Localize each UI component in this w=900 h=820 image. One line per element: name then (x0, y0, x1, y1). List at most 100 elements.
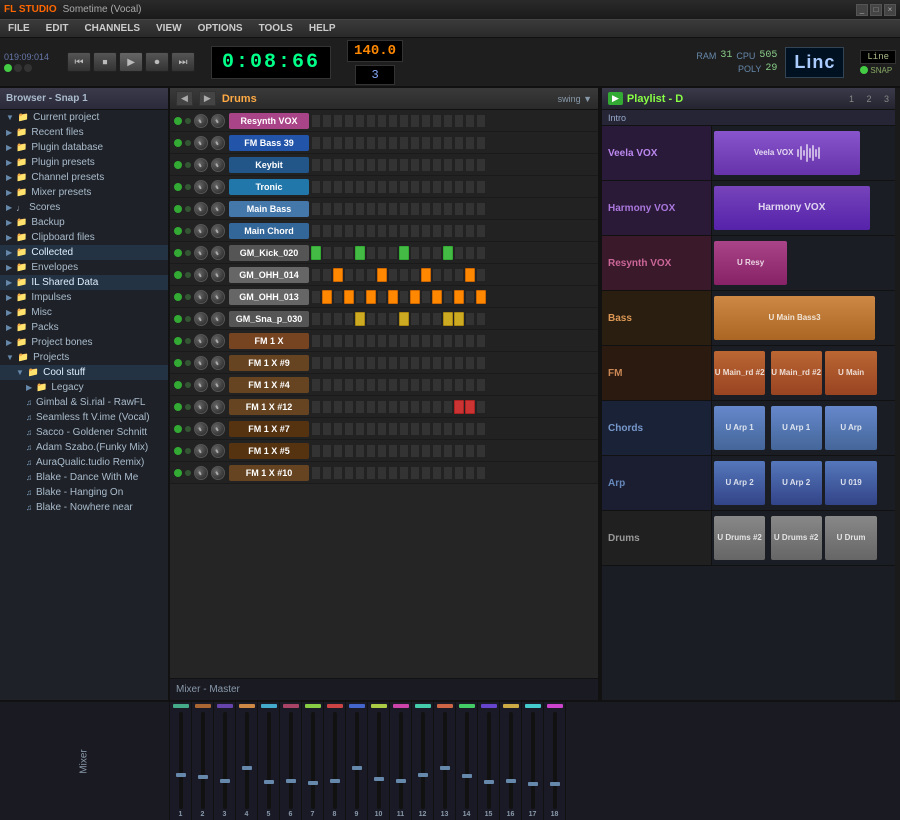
pad[interactable] (410, 158, 420, 172)
pad[interactable] (421, 422, 431, 436)
pad[interactable] (454, 356, 464, 370)
pad[interactable] (443, 158, 453, 172)
pad[interactable] (421, 114, 431, 128)
pad[interactable] (333, 114, 343, 128)
browser-item-file1[interactable]: ♫ Gimbal & Si.rial - RawFL (0, 395, 168, 410)
ch-name-fm1x9[interactable]: FM 1 X #9 (229, 355, 309, 371)
mixer-ch-18[interactable]: 18 (544, 702, 566, 820)
pad[interactable] (465, 136, 475, 150)
pad[interactable] (410, 356, 420, 370)
pad[interactable] (443, 202, 453, 216)
pattern-block-drums2[interactable]: U Drums #2 (771, 516, 822, 559)
pad[interactable] (454, 334, 464, 348)
pad[interactable] (333, 356, 343, 370)
pad[interactable] (377, 202, 387, 216)
pad[interactable] (366, 400, 376, 414)
pad[interactable] (476, 224, 486, 238)
pad[interactable] (454, 312, 464, 326)
pattern-block-bass[interactable]: U Main Bass3 (714, 296, 875, 339)
pad[interactable] (377, 334, 387, 348)
pattern-block-drums3[interactable]: U Drum (825, 516, 876, 559)
menu-channels[interactable]: CHANNELS (80, 23, 144, 34)
ch-pan-knob[interactable] (211, 356, 225, 370)
pad[interactable] (344, 158, 354, 172)
pad[interactable] (377, 268, 387, 282)
ch-mute-dot[interactable] (185, 118, 191, 124)
mixer-ch-15[interactable]: 15 (478, 702, 500, 820)
pad[interactable] (355, 246, 365, 260)
pad[interactable] (311, 114, 321, 128)
pad[interactable] (410, 180, 420, 194)
ch-volume-knob[interactable] (194, 466, 208, 480)
ch-pan-knob[interactable] (211, 268, 225, 282)
ch-name-fmbass[interactable]: FM Bass 39 (229, 135, 309, 151)
pad[interactable] (388, 114, 398, 128)
pad[interactable] (476, 444, 486, 458)
pad[interactable] (366, 180, 376, 194)
mixer-fader-thumb[interactable] (330, 779, 340, 783)
pattern-block-chords3[interactable]: U Arp (825, 406, 876, 449)
ch-pan-knob[interactable] (211, 334, 225, 348)
pad[interactable] (399, 136, 409, 150)
pad[interactable] (432, 422, 442, 436)
ch-name-mainchord[interactable]: Main Chord (229, 223, 309, 239)
pad[interactable] (322, 136, 332, 150)
pad[interactable] (443, 224, 453, 238)
ch-pan-knob[interactable] (211, 180, 225, 194)
ch-active-dot[interactable] (174, 161, 182, 169)
ch-name-fm1x5[interactable]: FM 1 X #5 (229, 443, 309, 459)
ch-name-gmsnap[interactable]: GM_Sna_p_030 (229, 311, 309, 327)
pad[interactable] (432, 180, 442, 194)
close-button[interactable]: × (884, 4, 896, 16)
mixer-fader-thumb[interactable] (550, 782, 560, 786)
pad[interactable] (432, 378, 442, 392)
pad[interactable] (355, 136, 365, 150)
pattern-block-fm1[interactable]: U Main_rd #2 (714, 351, 765, 394)
pad[interactable] (344, 422, 354, 436)
pad[interactable] (476, 158, 486, 172)
menu-tools[interactable]: TOOLS (255, 23, 297, 34)
pad[interactable] (410, 246, 420, 260)
pad[interactable] (443, 180, 453, 194)
browser-item-projects[interactable]: ▼ 📁 Projects (0, 350, 168, 365)
mixer-fader-thumb[interactable] (484, 780, 494, 784)
browser-item-impulses[interactable]: ▶ 📁 Impulses (0, 290, 168, 305)
pad[interactable] (311, 224, 321, 238)
browser-item-cool-stuff[interactable]: ▼ 📁 Cool stuff (0, 365, 168, 380)
ch-name-fm1x[interactable]: FM 1 X (229, 333, 309, 349)
pad[interactable] (344, 444, 354, 458)
pad[interactable] (410, 312, 420, 326)
menu-file[interactable]: FILE (4, 23, 34, 34)
pad[interactable] (476, 334, 486, 348)
mixer-fader-thumb[interactable] (462, 774, 472, 778)
pad[interactable] (377, 290, 387, 304)
browser-item-file4[interactable]: ♫ Adam Szabo.(Funky Mix) (0, 440, 168, 455)
mixer-ch-3[interactable]: 3 (214, 702, 236, 820)
pad[interactable] (388, 158, 398, 172)
pad[interactable] (410, 400, 420, 414)
pad[interactable] (454, 444, 464, 458)
ch-volume-knob[interactable] (194, 136, 208, 150)
track-content-bass[interactable]: U Main Bass3 (712, 291, 895, 345)
pad[interactable] (388, 356, 398, 370)
pad[interactable] (399, 312, 409, 326)
ch-name-keybit[interactable]: Keybit (229, 157, 309, 173)
pad[interactable] (399, 356, 409, 370)
pad[interactable] (388, 180, 398, 194)
pad[interactable] (399, 290, 409, 304)
browser-item-channel-presets[interactable]: ▶ 📁 Channel presets (0, 170, 168, 185)
pad[interactable] (366, 378, 376, 392)
browser-item-misc[interactable]: ▶ 📁 Misc (0, 305, 168, 320)
pad[interactable] (454, 136, 464, 150)
pad[interactable] (311, 356, 321, 370)
pad[interactable] (355, 290, 365, 304)
pad[interactable] (454, 466, 464, 480)
ch-active-dot[interactable] (174, 271, 182, 279)
ch-pan-knob[interactable] (211, 136, 225, 150)
ch-name-fm1x4[interactable]: FM 1 X #4 (229, 377, 309, 393)
pad[interactable] (432, 246, 442, 260)
browser-item-legacy[interactable]: ▶ 📁 Legacy (0, 380, 168, 395)
browser-item-clipboard[interactable]: ▶ 📁 Clipboard files (0, 230, 168, 245)
pattern-block-fm2[interactable]: U Main_rd #2 (771, 351, 822, 394)
pad[interactable] (410, 114, 420, 128)
